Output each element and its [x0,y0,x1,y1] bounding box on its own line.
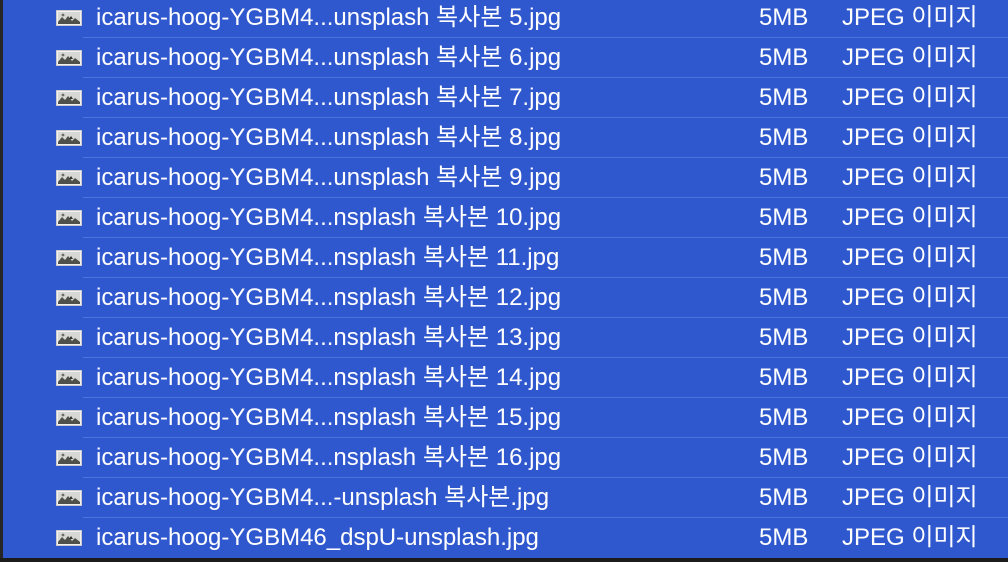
file-size: 5MB [759,4,809,31]
file-row[interactable]: icarus-hoog-YGBM4...unsplash 복사본 8.jpg 5… [3,118,1008,158]
file-kind: JPEG 이미지 [842,124,978,151]
file-row[interactable]: icarus-hoog-YGBM4...unsplash 복사본 7.jpg 5… [3,78,1008,118]
file-name: icarus-hoog-YGBM46_dspU-unsplash.jpg [96,524,539,551]
file-name: icarus-hoog-YGBM4...-unsplash 복사본.jpg [96,484,550,511]
file-row[interactable]: icarus-hoog-YGBM4...nsplash 복사본 12.jpg 5… [3,278,1008,318]
file-name: icarus-hoog-YGBM4...unsplash 복사본 9.jpg [96,164,562,191]
image-thumbnail-icon [56,410,82,426]
file-row[interactable]: icarus-hoog-YGBM4...nsplash 복사본 13.jpg 5… [3,318,1008,358]
file-name: icarus-hoog-YGBM4...nsplash 복사본 16.jpg [96,444,562,471]
image-thumbnail-icon [56,450,82,466]
file-size: 5MB [759,244,809,271]
file-row[interactable]: icarus-hoog-YGBM4...-unsplash 복사본.jpg 5M… [3,478,1008,518]
file-kind: JPEG 이미지 [842,364,978,391]
image-thumbnail-icon [56,490,82,506]
image-thumbnail-icon [56,250,82,266]
file-kind: JPEG 이미지 [842,324,978,351]
file-kind: JPEG 이미지 [842,84,978,111]
file-kind: JPEG 이미지 [842,404,978,431]
image-thumbnail-icon [56,530,82,546]
file-kind: JPEG 이미지 [842,204,978,231]
file-size: 5MB [759,404,809,431]
file-name: icarus-hoog-YGBM4...unsplash 복사본 5.jpg [96,4,562,31]
file-kind: JPEG 이미지 [842,524,978,551]
file-size: 5MB [759,444,809,471]
file-size: 5MB [759,204,809,231]
image-thumbnail-icon [56,210,82,226]
file-name: icarus-hoog-YGBM4...nsplash 복사본 11.jpg [96,244,560,271]
image-thumbnail-icon [56,130,82,146]
file-size: 5MB [759,524,809,551]
file-size: 5MB [759,284,809,311]
file-size: 5MB [759,44,809,71]
file-row[interactable]: icarus-hoog-YGBM4...unsplash 복사본 5.jpg 5… [3,0,1008,38]
file-size: 5MB [759,164,809,191]
file-size: 5MB [759,84,809,111]
finder-list-view: icarus-hoog-YGBM4...unsplash 복사본 5.jpg 5… [0,0,1008,562]
file-row[interactable]: icarus-hoog-YGBM4...unsplash 복사본 9.jpg 5… [3,158,1008,198]
image-thumbnail-icon [56,170,82,186]
file-row[interactable]: icarus-hoog-YGBM4...nsplash 복사본 15.jpg 5… [3,398,1008,438]
file-kind: JPEG 이미지 [842,4,978,31]
image-thumbnail-icon [56,10,82,26]
file-row[interactable]: icarus-hoog-YGBM4...nsplash 복사본 11.jpg 5… [3,238,1008,278]
file-size: 5MB [759,484,809,511]
file-row[interactable]: icarus-hoog-YGBM4...nsplash 복사본 16.jpg 5… [3,438,1008,478]
file-name: icarus-hoog-YGBM4...nsplash 복사본 15.jpg [96,404,562,431]
file-kind: JPEG 이미지 [842,244,978,271]
image-thumbnail-icon [56,330,82,346]
file-kind: JPEG 이미지 [842,484,978,511]
file-name: icarus-hoog-YGBM4...nsplash 복사본 13.jpg [96,324,562,351]
image-thumbnail-icon [56,50,82,66]
file-size: 5MB [759,124,809,151]
file-kind: JPEG 이미지 [842,284,978,311]
file-name: icarus-hoog-YGBM4...nsplash 복사본 10.jpg [96,204,562,231]
file-name: icarus-hoog-YGBM4...nsplash 복사본 14.jpg [96,364,562,391]
file-row[interactable]: icarus-hoog-YGBM4...unsplash 복사본 6.jpg 5… [3,38,1008,78]
file-size: 5MB [759,324,809,351]
file-kind: JPEG 이미지 [842,164,978,191]
file-name: icarus-hoog-YGBM4...unsplash 복사본 6.jpg [96,44,562,71]
file-row[interactable]: icarus-hoog-YGBM46_dspU-unsplash.jpg 5MB… [3,518,1008,558]
file-name: icarus-hoog-YGBM4...nsplash 복사본 12.jpg [96,284,562,311]
image-thumbnail-icon [56,370,82,386]
file-name: icarus-hoog-YGBM4...unsplash 복사본 7.jpg [96,84,562,111]
window-bottom-edge [0,558,1008,562]
file-kind: JPEG 이미지 [842,44,978,71]
file-row[interactable]: icarus-hoog-YGBM4...nsplash 복사본 14.jpg 5… [3,358,1008,398]
image-thumbnail-icon [56,90,82,106]
file-list: icarus-hoog-YGBM4...unsplash 복사본 5.jpg 5… [3,0,1008,558]
file-size: 5MB [759,364,809,391]
file-name: icarus-hoog-YGBM4...unsplash 복사본 8.jpg [96,124,562,151]
file-row[interactable]: icarus-hoog-YGBM4...nsplash 복사본 10.jpg 5… [3,198,1008,238]
image-thumbnail-icon [56,290,82,306]
file-kind: JPEG 이미지 [842,444,978,471]
